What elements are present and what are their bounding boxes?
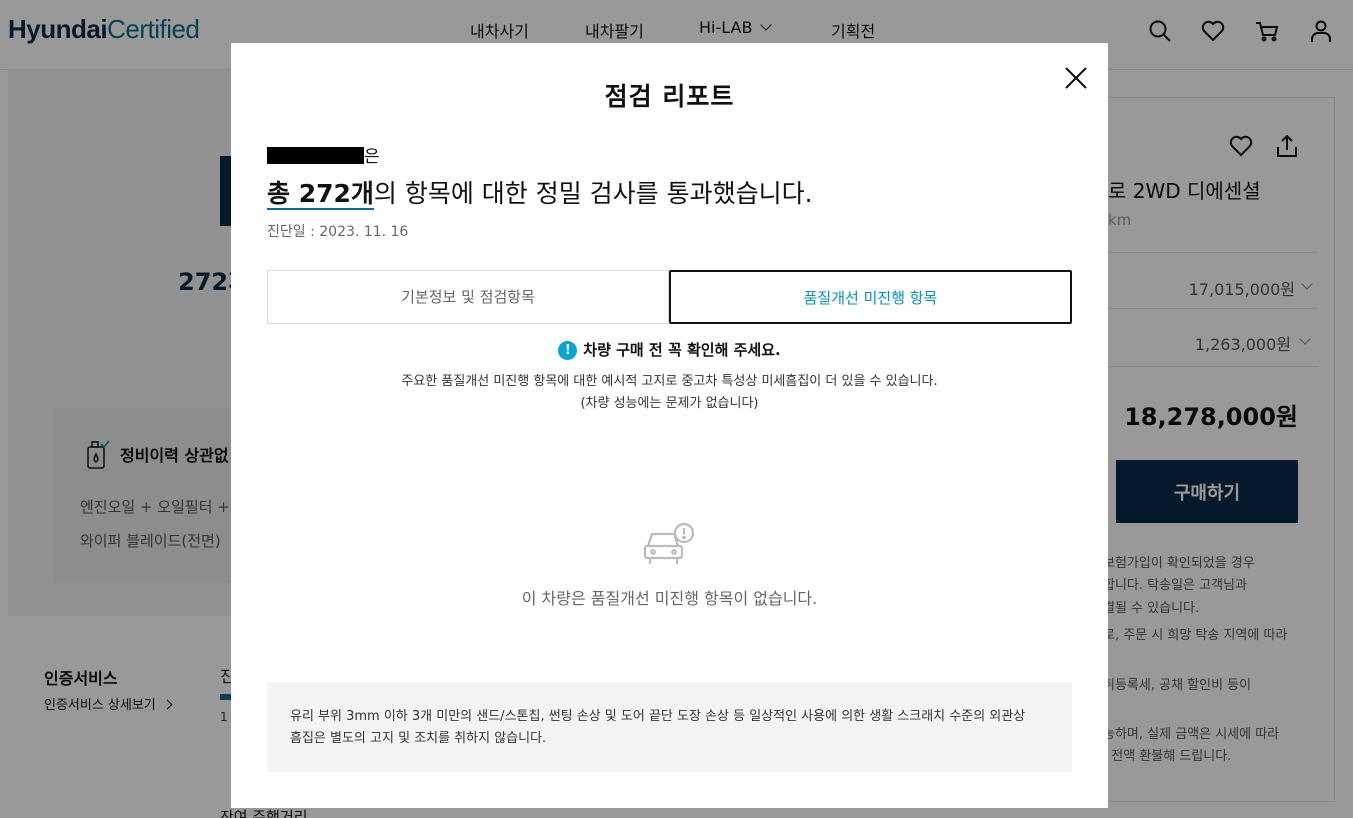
tab-basic-info[interactable]: 기본정보 및 점검항목 <box>267 270 669 324</box>
inspection-headline-rest: 의 항목에 대한 정밀 검사를 통과했습니다. <box>373 179 813 208</box>
notice-line: 흠집은 별도의 고지 및 조치를 취하지 않습니다. <box>290 731 547 746</box>
alert-description: 주요한 품질개선 미진행 항목에 대한 예시적 고지로 중고차 특성상 미세흠집… <box>401 374 938 389</box>
diagnosis-date: 진단일 : 2023. 11. 16 <box>267 224 409 240</box>
modal-title: 점검 리포트 <box>604 82 735 111</box>
license-plate-line: 은 <box>267 142 380 167</box>
alert-text: 차량 구매 전 꼭 확인해 주세요. <box>583 341 781 359</box>
redacted-plate-number <box>267 147 364 164</box>
car-warning-icon <box>642 522 696 570</box>
scratch-notice-box: 유리 부위 3mm 이하 3개 미만의 샌드/스톤칩, 썬팅 손상 및 도어 끝… <box>267 682 1072 772</box>
tab-quality-improvement[interactable]: 품질개선 미진행 항목 <box>669 270 1072 324</box>
inspection-count: 총 272개 <box>267 179 374 210</box>
plate-suffix: 은 <box>364 147 380 167</box>
notice-line: 유리 부위 3mm 이하 3개 미만의 샌드/스톤칩, 썬팅 손상 및 도어 끝… <box>290 709 1026 724</box>
close-icon <box>1065 67 1087 89</box>
info-icon: ! <box>558 341 578 360</box>
empty-state-text: 이 차량은 품질개선 미진행 항목이 없습니다. <box>521 589 818 608</box>
close-button[interactable] <box>1059 61 1093 95</box>
alert-description-note: (차량 성능에는 문제가 없습니다) <box>580 396 759 411</box>
alert-message: ! 차량 구매 전 꼭 확인해 주세요. <box>231 339 1108 360</box>
inspection-headline: 총 272개의 항목에 대한 정밀 검사를 통과했습니다. <box>267 174 813 210</box>
inspection-report-modal: 점검 리포트 은 총 272개의 항목에 대한 정밀 검사를 통과했습니다. 진… <box>231 43 1108 808</box>
